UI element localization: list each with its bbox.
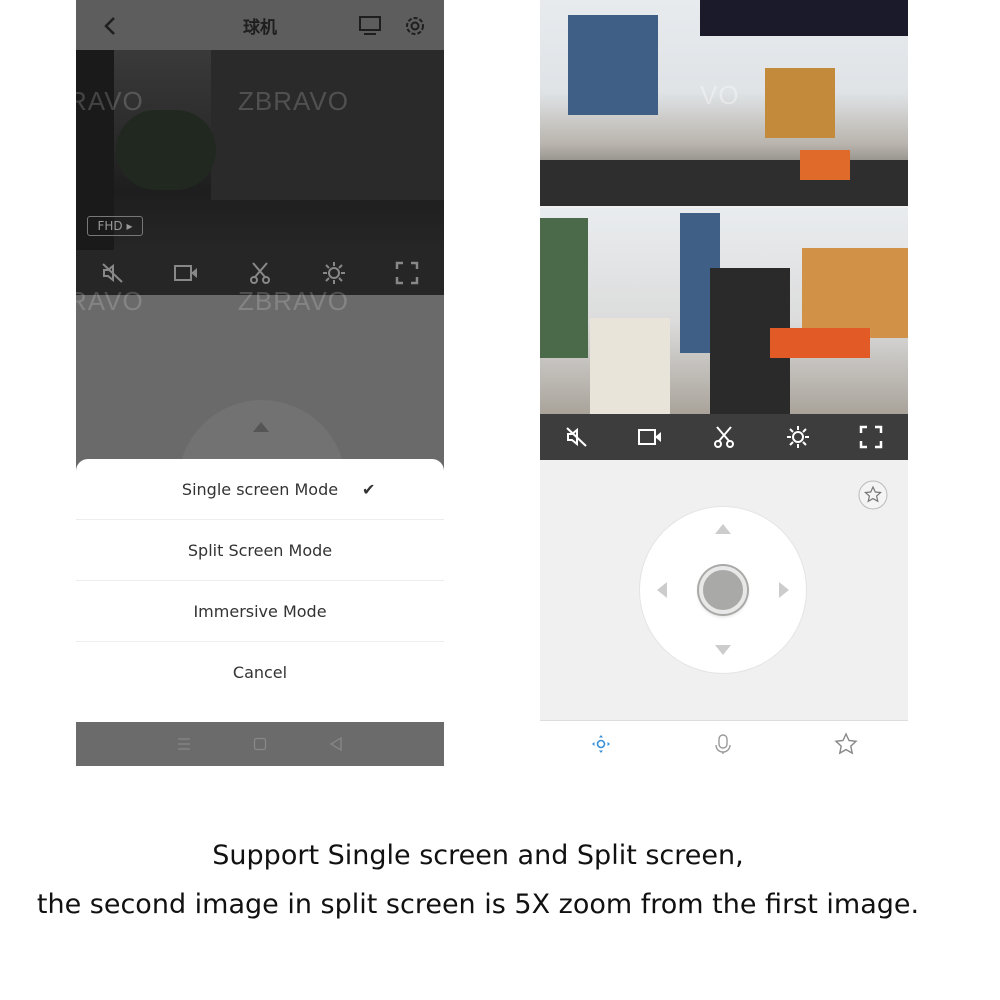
caption-line-1: Support Single screen and Split screen, [212, 840, 744, 871]
control-bar [540, 414, 908, 460]
quality-button[interactable]: FHD ▸ [87, 216, 143, 236]
header: 球机 [76, 0, 444, 50]
mute-icon[interactable] [564, 424, 590, 450]
option-split-screen[interactable]: Split Screen Mode [76, 520, 444, 581]
microphone-icon[interactable] [712, 733, 734, 755]
brightness-icon[interactable] [785, 424, 811, 450]
chevron-left-icon[interactable] [102, 16, 118, 36]
option-single-screen[interactable]: Single screen Mode ✔ [76, 459, 444, 520]
home-icon[interactable] [253, 737, 267, 751]
back-icon[interactable] [329, 737, 343, 751]
ptz-icon[interactable] [590, 733, 612, 755]
scissors-icon[interactable] [711, 424, 737, 450]
camera-video-1[interactable]: VO [540, 0, 908, 206]
favorite-preset-button[interactable] [858, 480, 888, 510]
brightness-icon[interactable] [321, 260, 347, 286]
record-icon[interactable] [173, 260, 199, 286]
option-immersive[interactable]: Immersive Mode [76, 581, 444, 642]
system-nav-bar [76, 722, 444, 766]
monitor-icon[interactable] [358, 14, 382, 36]
record-icon[interactable] [637, 424, 663, 450]
bottom-tab-bar [540, 720, 908, 766]
gear-icon[interactable] [403, 14, 427, 38]
arrow-right-icon[interactable] [779, 582, 789, 598]
check-icon: ✔ [362, 479, 376, 499]
caption-line-2: the second image in split screen is 5X z… [36, 889, 920, 920]
menu-icon[interactable] [177, 737, 191, 751]
arrow-up-icon[interactable] [715, 524, 731, 534]
camera-video-2[interactable] [540, 208, 908, 414]
fullscreen-icon[interactable] [394, 260, 420, 286]
mute-icon[interactable] [100, 260, 126, 286]
arrow-down-icon[interactable] [715, 645, 731, 655]
fullscreen-icon[interactable] [858, 424, 884, 450]
scissors-icon[interactable] [247, 260, 273, 286]
camera-video[interactable]: RAVO ZBRAVO FHD ▸ [76, 50, 444, 250]
ptz-center-knob[interactable] [699, 566, 747, 614]
cancel-button[interactable]: Cancel [76, 642, 444, 703]
arrow-left-icon[interactable] [657, 582, 667, 598]
right-phone-screen: VO [540, 0, 908, 766]
mode-sheet: Single screen Mode ✔ Split Screen Mode Im… [76, 459, 444, 722]
page-title: 球机 [243, 17, 277, 38]
arrow-up-icon [253, 422, 269, 432]
star-icon[interactable] [834, 731, 858, 756]
left-phone-screen: 球机 RAVO ZBRAVO FHD ▸ RAVO ZBRAVO Single … [76, 0, 444, 766]
